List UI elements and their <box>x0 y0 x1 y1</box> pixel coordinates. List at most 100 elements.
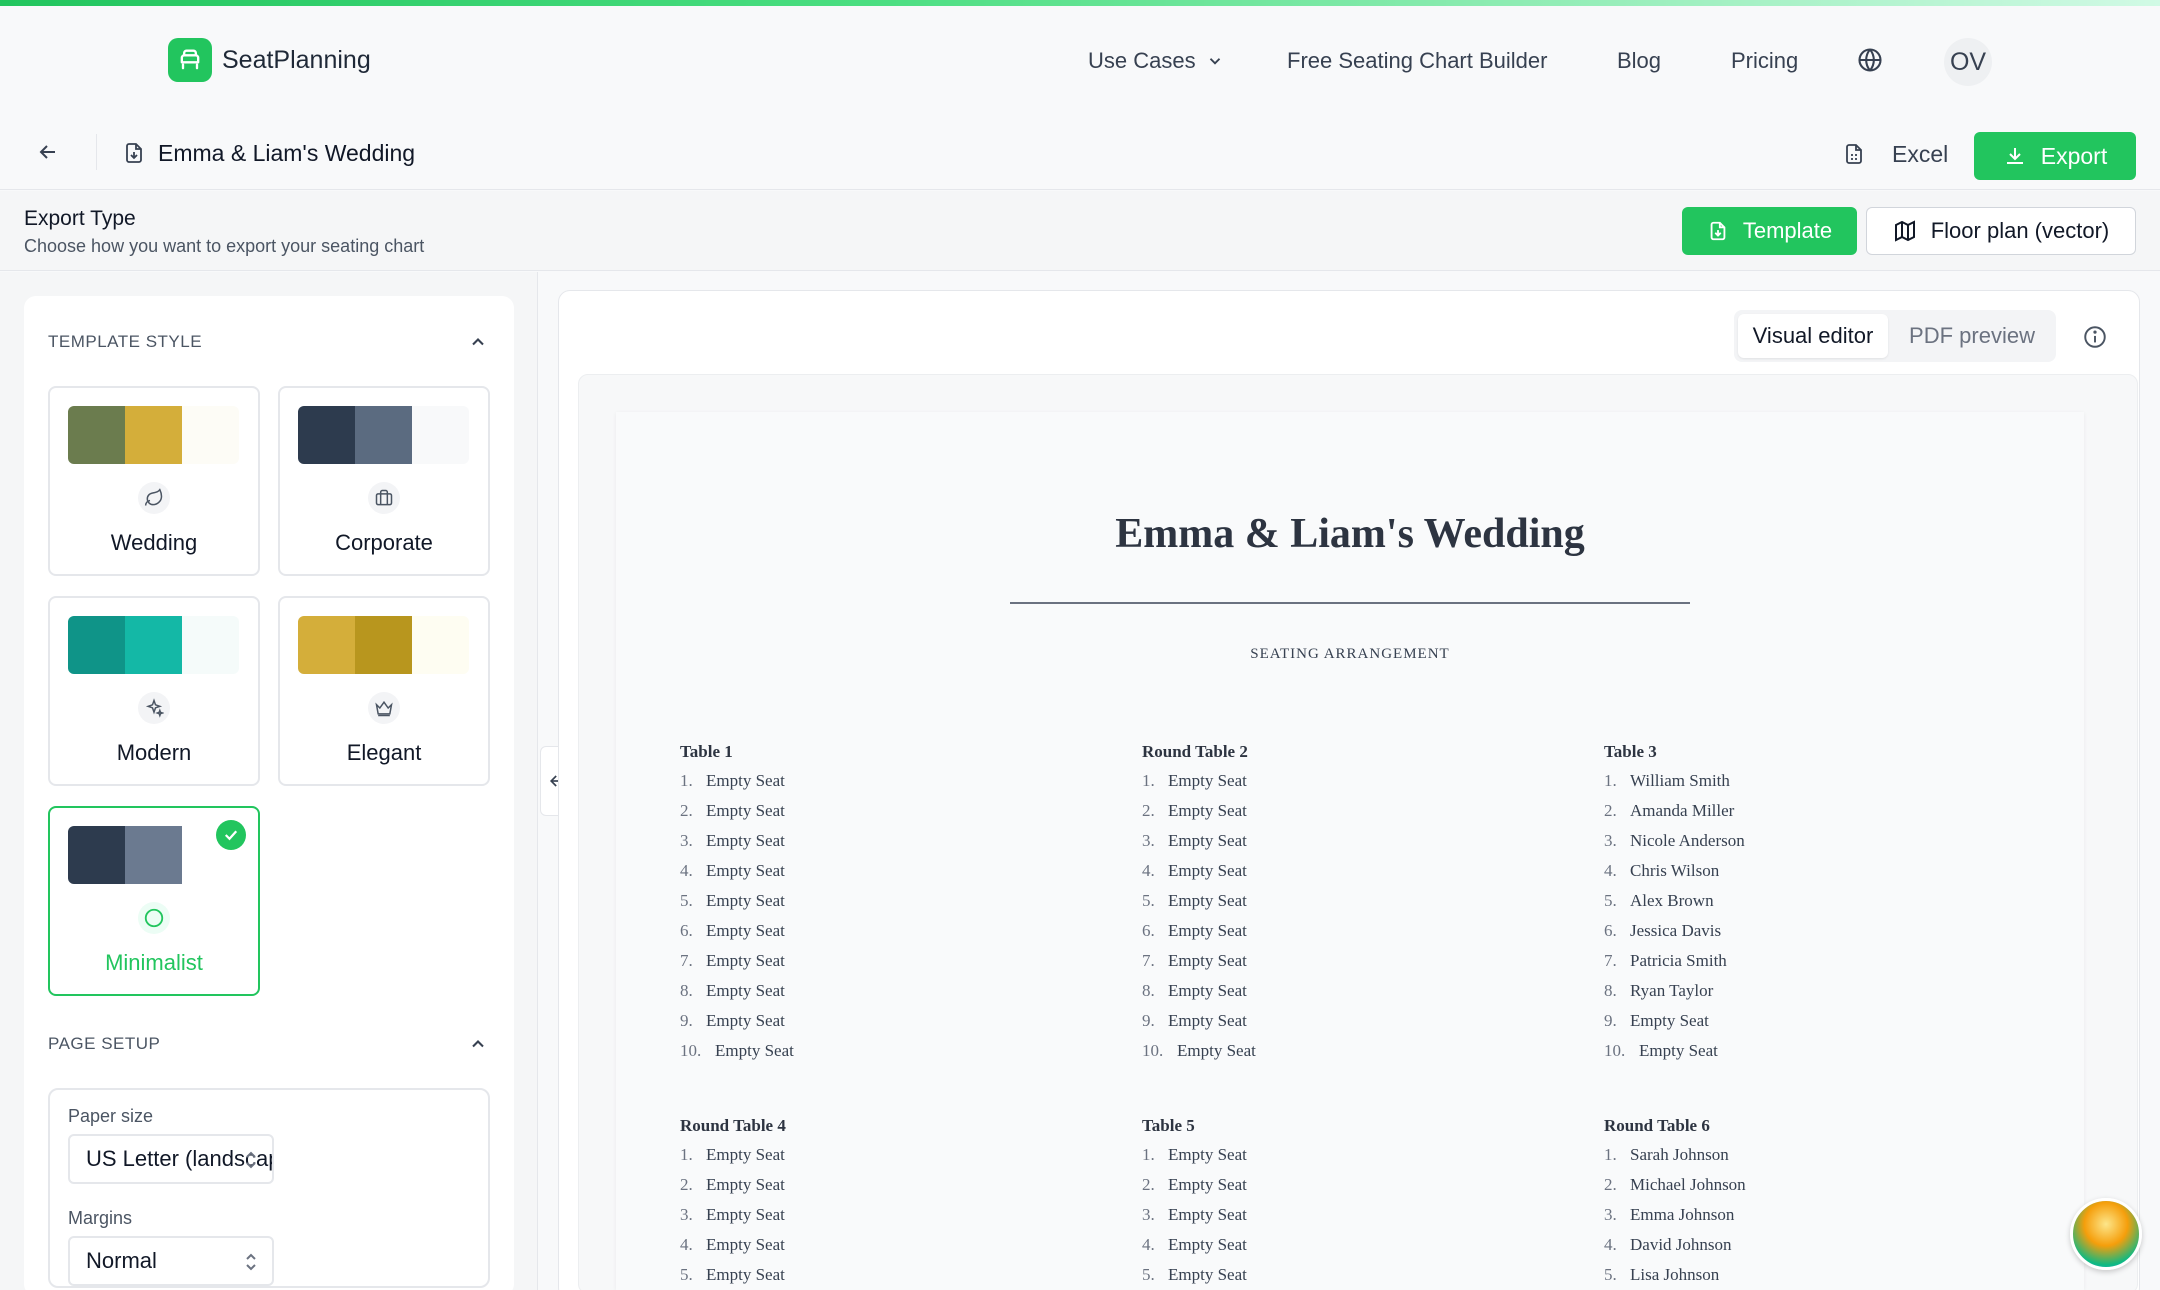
seating-table[interactable]: Round Table 4 1. Empty Seat 2. Empty Seat 3. E… <box>680 1116 786 1290</box>
seat-number: 8. <box>1142 981 1155 1000</box>
seat-row[interactable]: 1. Sarah Johnson <box>1604 1140 1746 1170</box>
seat-row[interactable]: 10. Empty Seat <box>1604 1036 1745 1066</box>
seat-row[interactable]: 7. Empty Seat <box>680 946 794 976</box>
seat-row[interactable]: 5. Empty Seat <box>1142 1260 1247 1290</box>
seat-row[interactable]: 8. Empty Seat <box>680 976 794 1006</box>
seat-number: 10. <box>680 1041 702 1060</box>
seat-row[interactable]: 7. Patricia Smith <box>1604 946 1745 976</box>
seat-number: 9. <box>1604 1011 1617 1030</box>
brand-logo[interactable]: SeatPlanning <box>168 38 371 82</box>
chart-title[interactable]: Emma & Liam's Wedding <box>616 510 2084 558</box>
top-nav: SeatPlanning Use Cases Free Seating Char… <box>0 6 2160 114</box>
seat-row[interactable]: 3. Empty Seat <box>680 1200 786 1230</box>
seating-table[interactable]: Round Table 2 1. Empty Seat 2. Empty Seat 3. E… <box>1142 742 1256 1066</box>
seat-row[interactable]: 3. Nicole Anderson <box>1604 826 1745 856</box>
table-name[interactable]: Table 3 <box>1604 742 1745 766</box>
seat-row[interactable]: 1. William Smith <box>1604 766 1745 796</box>
seat-row[interactable]: 5. Empty Seat <box>680 886 794 916</box>
export-type-bar: Export Type Choose how you want to expor… <box>0 191 2160 271</box>
seat-row[interactable]: 2. Michael Johnson <box>1604 1170 1746 1200</box>
paper-size-select[interactable]: US Letter (landscape) <box>68 1134 274 1184</box>
table-name[interactable]: Round Table 6 <box>1604 1116 1746 1140</box>
template-card-elegant[interactable]: Elegant <box>278 596 490 786</box>
swatch <box>68 616 125 674</box>
nav-blog[interactable]: Blog <box>1617 48 1661 74</box>
nav-use-cases[interactable]: Use Cases <box>1088 48 1224 74</box>
seat-row[interactable]: 5. Empty Seat <box>680 1260 786 1290</box>
template-card-minimalist[interactable]: Minimalist <box>48 806 260 996</box>
seat-row[interactable]: 6. Jessica Davis <box>1604 916 1745 946</box>
table-name[interactable]: Table 5 <box>1142 1116 1247 1140</box>
seat-guest-name: Emma Johnson <box>1630 1205 1735 1224</box>
seat-row[interactable]: 3. Empty Seat <box>1142 826 1256 856</box>
seat-row[interactable]: 6. Empty Seat <box>680 916 794 946</box>
template-export-button[interactable]: Template <box>1682 207 1857 255</box>
seating-table[interactable]: Round Table 6 1. Sarah Johnson 2. Michael Jo… <box>1604 1116 1746 1290</box>
seat-row[interactable]: 4. David Johnson <box>1604 1230 1746 1260</box>
template-card-corporate[interactable]: Corporate <box>278 386 490 576</box>
seat-row[interactable]: 9. Empty Seat <box>680 1006 794 1036</box>
pdf-preview-tab[interactable]: PDF preview <box>1894 314 2050 358</box>
table-name[interactable]: Round Table 2 <box>1142 742 1256 766</box>
table-name[interactable]: Table 1 <box>680 742 794 766</box>
nav-pricing[interactable]: Pricing <box>1731 48 1798 74</box>
seat-row[interactable]: 3. Emma Johnson <box>1604 1200 1746 1230</box>
seat-row[interactable]: 2. Empty Seat <box>680 796 794 826</box>
user-avatar[interactable]: OV <box>1944 38 1992 86</box>
seat-guest-name: Empty Seat <box>1168 891 1247 910</box>
seat-row[interactable]: 2. Empty Seat <box>680 1170 786 1200</box>
seat-row[interactable]: 1. Empty Seat <box>680 1140 786 1170</box>
floor-plan-button[interactable]: Floor plan (vector) <box>1866 207 2136 255</box>
swatch <box>355 406 412 464</box>
seat-row[interactable]: 2. Empty Seat <box>1142 796 1256 826</box>
chevron-up-icon[interactable] <box>468 1034 488 1054</box>
seat-row[interactable]: 9. Empty Seat <box>1142 1006 1256 1036</box>
back-arrow-icon[interactable] <box>36 140 60 164</box>
seat-row[interactable]: 4. Empty Seat <box>1142 1230 1247 1260</box>
chart-subtitle[interactable]: SEATING ARRANGEMENT <box>616 646 2084 663</box>
seat-row[interactable]: 4. Chris Wilson <box>1604 856 1745 886</box>
seating-table[interactable]: Table 3 1. William Smith 2. Amanda Miller 3. N… <box>1604 742 1745 1066</box>
template-card-wedding[interactable]: Wedding <box>48 386 260 576</box>
seat-number: 1. <box>1604 771 1617 790</box>
seat-guest-name: Empty Seat <box>706 891 785 910</box>
export-button[interactable]: Export <box>1974 132 2136 180</box>
seat-row[interactable]: 6. Empty Seat <box>1142 916 1256 946</box>
visual-editor-tab[interactable]: Visual editor <box>1738 314 1888 358</box>
seat-guest-name: Empty Seat <box>1168 921 1247 940</box>
seating-table[interactable]: Table 1 1. Empty Seat 2. Empty Seat 3. Empty S… <box>680 742 794 1066</box>
seat-row[interactable]: 5. Empty Seat <box>1142 886 1256 916</box>
seat-row[interactable]: 1. Empty Seat <box>1142 1140 1247 1170</box>
margins-select[interactable]: Normal <box>68 1236 274 1286</box>
seat-row[interactable]: 4. Empty Seat <box>680 856 794 886</box>
seat-row[interactable]: 2. Empty Seat <box>1142 1170 1247 1200</box>
template-card-modern[interactable]: Modern <box>48 596 260 786</box>
seat-guest-name: Empty Seat <box>706 831 785 850</box>
seat-row[interactable]: 10. Empty Seat <box>1142 1036 1256 1066</box>
info-icon[interactable] <box>2082 324 2108 350</box>
nav-seating-builder[interactable]: Free Seating Chart Builder <box>1287 48 1547 74</box>
seat-row[interactable]: 2. Amanda Miller <box>1604 796 1745 826</box>
seat-row[interactable]: 5. Lisa Johnson <box>1604 1260 1746 1290</box>
seat-row[interactable]: 10. Empty Seat <box>680 1036 794 1066</box>
globe-icon[interactable] <box>1856 46 1884 74</box>
seat-row[interactable]: 4. Empty Seat <box>1142 856 1256 886</box>
table-name[interactable]: Round Table 4 <box>680 1116 786 1140</box>
excel-button[interactable]: Excel <box>1842 134 1948 174</box>
seat-guest-name: William Smith <box>1630 771 1730 790</box>
seat-row[interactable]: 8. Ryan Taylor <box>1604 976 1745 1006</box>
help-assistant-button[interactable] <box>2070 1198 2142 1270</box>
settings-sidebar: TEMPLATE STYLE Wedding Corporate Modern … <box>0 272 538 1290</box>
seat-row[interactable]: 3. Empty Seat <box>680 826 794 856</box>
chevron-up-icon[interactable] <box>468 332 488 352</box>
seat-row[interactable]: 4. Empty Seat <box>680 1230 786 1260</box>
seat-row[interactable]: 1. Empty Seat <box>1142 766 1256 796</box>
seat-row[interactable]: 9. Empty Seat <box>1604 1006 1745 1036</box>
seating-table[interactable]: Table 5 1. Empty Seat 2. Empty Seat 3. Empty S… <box>1142 1116 1247 1290</box>
seat-row[interactable]: 7. Empty Seat <box>1142 946 1256 976</box>
seat-row[interactable]: 3. Empty Seat <box>1142 1200 1247 1230</box>
seat-row[interactable]: 1. Empty Seat <box>680 766 794 796</box>
seat-row[interactable]: 8. Empty Seat <box>1142 976 1256 1006</box>
seat-row[interactable]: 5. Alex Brown <box>1604 886 1745 916</box>
seat-guest-name: Empty Seat <box>1168 951 1247 970</box>
